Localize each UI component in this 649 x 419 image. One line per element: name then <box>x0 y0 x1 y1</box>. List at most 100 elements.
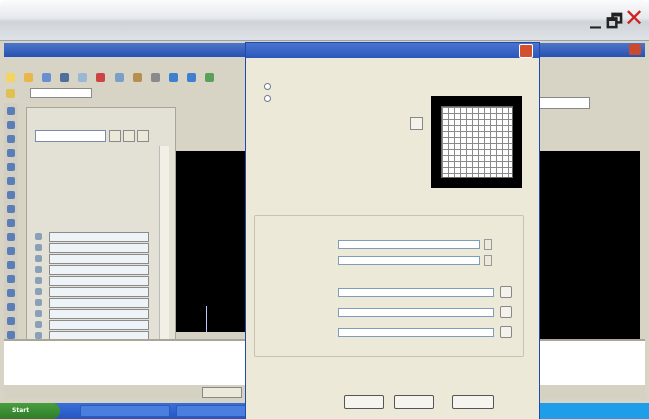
property-value[interactable] <box>49 265 149 275</box>
parameter-field-1[interactable] <box>338 240 480 249</box>
property-value[interactable] <box>49 298 149 308</box>
move-tool-icon[interactable] <box>7 303 15 311</box>
property-row[interactable] <box>35 232 155 242</box>
preview-icon[interactable] <box>78 73 88 82</box>
app-close-icon[interactable] <box>629 44 641 55</box>
viewer-title-bar: _ 🗗 ✕ <box>0 0 649 41</box>
rectangle-tool-icon[interactable] <box>7 149 15 157</box>
parameter-field-3[interactable] <box>338 288 494 297</box>
layer-manager-icon[interactable] <box>6 89 15 98</box>
pattern-preview <box>431 96 522 188</box>
parameter-field-5[interactable] <box>338 328 494 337</box>
select-objects-button[interactable] <box>123 130 135 142</box>
property-value[interactable] <box>49 320 149 330</box>
layers-toolbar <box>4 85 245 99</box>
property-icon <box>35 233 42 240</box>
start-button[interactable]: Start <box>0 403 60 419</box>
property-row[interactable] <box>35 254 155 264</box>
save-icon[interactable] <box>42 73 52 82</box>
type-radio-1[interactable] <box>264 83 271 90</box>
dialog-button-2[interactable] <box>394 395 434 409</box>
system-tray <box>531 403 649 419</box>
general-section[interactable] <box>39 154 139 163</box>
pattern-pick-button[interactable] <box>410 117 423 130</box>
dialog-button-1[interactable] <box>344 395 384 409</box>
screenshot-frame: _ 🗗 ✕ Start <box>0 0 649 419</box>
text-tool-icon[interactable] <box>7 289 15 297</box>
rotate-tool-icon[interactable] <box>7 317 15 325</box>
dialog-button-3[interactable] <box>452 395 494 409</box>
property-value[interactable] <box>49 276 149 286</box>
polyline-tool-icon[interactable] <box>7 121 15 129</box>
geometry-property-list <box>35 232 155 353</box>
status-toggle-button[interactable] <box>202 387 242 398</box>
general-color-row[interactable] <box>39 166 139 175</box>
property-row[interactable] <box>35 287 155 297</box>
parameter-spinner-1[interactable] <box>484 239 492 250</box>
property-value[interactable] <box>49 254 149 264</box>
arc-tool-icon[interactable] <box>7 163 15 171</box>
parameter-pick-1[interactable] <box>500 286 512 298</box>
polygon-tool-icon[interactable] <box>7 135 15 143</box>
open-folder-icon[interactable] <box>24 73 34 82</box>
selection-combo[interactable] <box>35 130 106 142</box>
property-row[interactable] <box>35 320 155 330</box>
region-tool-icon[interactable] <box>7 261 15 269</box>
point-tool-icon[interactable] <box>7 233 15 241</box>
type-radio-2[interactable] <box>264 95 271 102</box>
viewer-close-button[interactable]: ✕ <box>624 5 644 31</box>
viewer-minimize-button[interactable]: _ <box>590 4 601 30</box>
taskbar-item[interactable] <box>80 405 170 417</box>
dialog-close-button[interactable] <box>519 44 533 58</box>
property-value[interactable] <box>49 287 149 297</box>
parameter-field-2[interactable] <box>338 256 480 265</box>
cut-icon[interactable] <box>96 73 106 82</box>
property-row[interactable] <box>35 243 155 253</box>
new-file-icon[interactable] <box>6 73 15 82</box>
undo-icon[interactable] <box>168 73 178 82</box>
general-layer-row[interactable] <box>39 176 139 185</box>
parameter-pick-2[interactable] <box>500 306 512 318</box>
property-value[interactable] <box>49 232 149 242</box>
parameter-spinner-2[interactable] <box>484 255 492 266</box>
property-icon <box>35 321 42 328</box>
circle-tool-icon[interactable] <box>7 177 15 185</box>
line-tool-icon[interactable] <box>7 107 15 115</box>
property-value[interactable] <box>49 243 149 253</box>
toggle-pickadd-button[interactable] <box>137 130 149 142</box>
parameter-pick-3[interactable] <box>500 326 512 338</box>
copy-icon[interactable] <box>114 73 124 82</box>
hatch-dialog <box>245 42 540 419</box>
block-tool-icon[interactable] <box>7 219 15 227</box>
property-row[interactable] <box>35 265 155 275</box>
pattern-grid <box>441 106 513 178</box>
paste-icon[interactable] <box>132 73 142 82</box>
geometry-section[interactable] <box>39 210 139 219</box>
property-icon <box>35 310 42 317</box>
pan-icon[interactable] <box>205 73 215 82</box>
property-row[interactable] <box>35 309 155 319</box>
property-icon <box>35 299 42 306</box>
standard-toolbar <box>4 69 245 83</box>
spline-tool-icon[interactable] <box>7 191 15 199</box>
property-value[interactable] <box>49 309 149 319</box>
viewer-restore-button[interactable]: 🗗 <box>606 9 623 35</box>
style-combo[interactable] <box>538 97 590 109</box>
property-icon <box>35 255 42 262</box>
property-icon <box>35 266 42 273</box>
property-row[interactable] <box>35 298 155 308</box>
match-properties-icon[interactable] <box>150 73 160 82</box>
dialog-title-bar <box>246 43 539 58</box>
ellipse-tool-icon[interactable] <box>7 205 15 213</box>
drawing-canvas-right[interactable] <box>538 151 640 367</box>
parameter-field-4[interactable] <box>338 308 494 317</box>
table-tool-icon[interactable] <box>7 275 15 283</box>
layer-combo[interactable] <box>30 88 92 98</box>
property-icon <box>35 288 42 295</box>
quick-select-button[interactable] <box>109 130 121 142</box>
hatch-tool-icon[interactable] <box>7 247 15 255</box>
print-icon[interactable] <box>60 73 70 82</box>
scale-tool-icon[interactable] <box>7 331 15 339</box>
redo-icon[interactable] <box>186 73 196 82</box>
property-row[interactable] <box>35 276 155 286</box>
